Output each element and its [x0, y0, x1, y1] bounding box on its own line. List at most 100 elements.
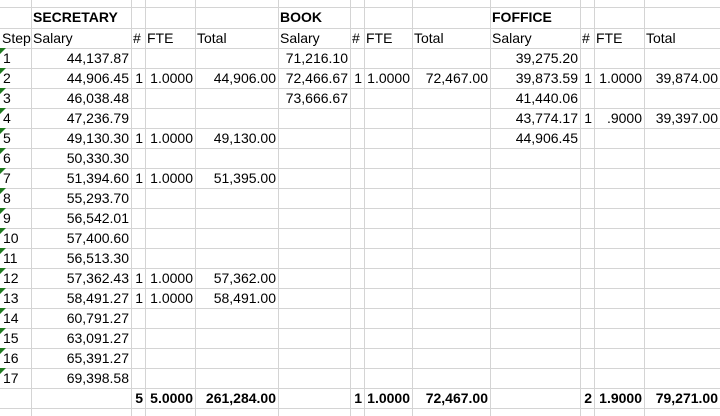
total-count-cell[interactable]: 2: [580, 388, 594, 408]
step-cell[interactable]: 12: [0, 268, 31, 288]
count-cell[interactable]: [131, 248, 145, 268]
total-count-cell[interactable]: 1: [350, 388, 364, 408]
total-cell[interactable]: [195, 208, 278, 228]
count-cell[interactable]: [350, 48, 364, 68]
header-count[interactable]: #: [131, 28, 145, 48]
count-cell[interactable]: 1: [131, 128, 145, 148]
step-cell[interactable]: 2: [0, 68, 31, 88]
step-cell[interactable]: 10: [0, 228, 31, 248]
total-cell[interactable]: [644, 128, 720, 148]
fte-cell[interactable]: 1.0000: [145, 288, 195, 308]
fte-cell[interactable]: [594, 88, 644, 108]
fte-cell[interactable]: 1.0000: [364, 68, 412, 88]
total-cell[interactable]: [412, 88, 490, 108]
fte-cell[interactable]: [145, 208, 195, 228]
fte-cell[interactable]: 1.0000: [145, 168, 195, 188]
total-cell[interactable]: 51,395.00: [195, 168, 278, 188]
count-cell[interactable]: 1: [131, 288, 145, 308]
step-cell[interactable]: 6: [0, 148, 31, 168]
count-cell[interactable]: 1: [350, 68, 364, 88]
header-salary[interactable]: Salary: [490, 28, 580, 48]
fte-cell[interactable]: [364, 88, 412, 108]
header-fte[interactable]: FTE: [594, 28, 644, 48]
fte-cell[interactable]: [145, 188, 195, 208]
salary-cell[interactable]: 44,906.45: [31, 68, 131, 88]
fte-cell[interactable]: [145, 348, 195, 368]
fte-cell[interactable]: 1.0000: [594, 68, 644, 88]
total-cell[interactable]: 39,874.00: [644, 68, 720, 88]
total-cell[interactable]: 58,491.00: [195, 288, 278, 308]
total-cell[interactable]: [195, 328, 278, 348]
total-cell[interactable]: [195, 188, 278, 208]
salary-cell[interactable]: 41,440.06: [490, 88, 580, 108]
header-total[interactable]: Total: [412, 28, 490, 48]
total-fte-cell[interactable]: 1.0000: [364, 388, 412, 408]
salary-cell[interactable]: 44,906.45: [490, 128, 580, 148]
fte-cell[interactable]: [145, 328, 195, 348]
count-cell[interactable]: [580, 88, 594, 108]
step-cell[interactable]: 15: [0, 328, 31, 348]
salary-cell[interactable]: 44,137.87: [31, 48, 131, 68]
salary-cell[interactable]: 60,791.27: [31, 308, 131, 328]
header-salary[interactable]: Salary: [278, 28, 350, 48]
fte-cell[interactable]: [364, 48, 412, 68]
total-count-cell[interactable]: 5: [131, 388, 145, 408]
salary-cell[interactable]: 56,513.30: [31, 248, 131, 268]
total-cell[interactable]: [195, 248, 278, 268]
count-cell[interactable]: [350, 88, 364, 108]
salary-cell[interactable]: 73,666.67: [278, 88, 350, 108]
group-title[interactable]: BOOK: [278, 7, 350, 27]
header-fte[interactable]: FTE: [364, 28, 412, 48]
step-cell[interactable]: 1: [0, 48, 31, 68]
salary-cell[interactable]: 65,391.27: [31, 348, 131, 368]
fte-cell[interactable]: [145, 148, 195, 168]
salary-cell[interactable]: 72,466.67: [278, 68, 350, 88]
salary-cell[interactable]: 58,491.27: [31, 288, 131, 308]
total-cell[interactable]: [195, 228, 278, 248]
count-cell[interactable]: [131, 188, 145, 208]
salary-cell[interactable]: 55,293.70: [31, 188, 131, 208]
step-cell[interactable]: 4: [0, 108, 31, 128]
total-cell[interactable]: [644, 48, 720, 68]
step-cell[interactable]: 9: [0, 208, 31, 228]
fte-cell[interactable]: [145, 48, 195, 68]
salary-cell[interactable]: 57,400.60: [31, 228, 131, 248]
step-cell[interactable]: 5: [0, 128, 31, 148]
fte-cell[interactable]: 1.0000: [145, 128, 195, 148]
step-cell[interactable]: 13: [0, 288, 31, 308]
count-cell[interactable]: [131, 348, 145, 368]
step-cell[interactable]: 3: [0, 88, 31, 108]
total-cell[interactable]: [195, 88, 278, 108]
total-cell[interactable]: 49,130.00: [195, 128, 278, 148]
fte-cell[interactable]: [594, 128, 644, 148]
step-cell[interactable]: 17: [0, 368, 31, 388]
fte-cell[interactable]: [145, 108, 195, 128]
total-cell[interactable]: [195, 308, 278, 328]
salary-cell[interactable]: 39,275.20: [490, 48, 580, 68]
count-cell[interactable]: [580, 48, 594, 68]
total-cell[interactable]: 57,362.00: [195, 268, 278, 288]
count-cell[interactable]: [580, 128, 594, 148]
salary-cell[interactable]: 69,398.58: [31, 368, 131, 388]
total-cell[interactable]: [644, 88, 720, 108]
step-cell[interactable]: 11: [0, 248, 31, 268]
total-fte-cell[interactable]: 1.9000: [594, 388, 644, 408]
total-amount-cell[interactable]: 72,467.00: [412, 388, 490, 408]
count-cell[interactable]: [131, 368, 145, 388]
step-cell[interactable]: 14: [0, 308, 31, 328]
total-cell[interactable]: [195, 368, 278, 388]
fte-cell[interactable]: [145, 88, 195, 108]
count-cell[interactable]: 1: [131, 68, 145, 88]
step-cell[interactable]: 8: [0, 188, 31, 208]
fte-cell[interactable]: 1.0000: [145, 68, 195, 88]
fte-cell[interactable]: [145, 308, 195, 328]
spreadsheet-grid[interactable]: Step SECRETARY Salary # FTE Total BOOK Salary # F…: [0, 0, 720, 416]
fte-cell[interactable]: [594, 48, 644, 68]
salary-cell[interactable]: 71,216.10: [278, 48, 350, 68]
salary-cell[interactable]: 47,236.79: [31, 108, 131, 128]
header-total[interactable]: Total: [195, 28, 278, 48]
count-cell[interactable]: [131, 88, 145, 108]
fte-cell[interactable]: [145, 228, 195, 248]
fte-cell[interactable]: .9000: [594, 108, 644, 128]
salary-cell[interactable]: 51,394.60: [31, 168, 131, 188]
